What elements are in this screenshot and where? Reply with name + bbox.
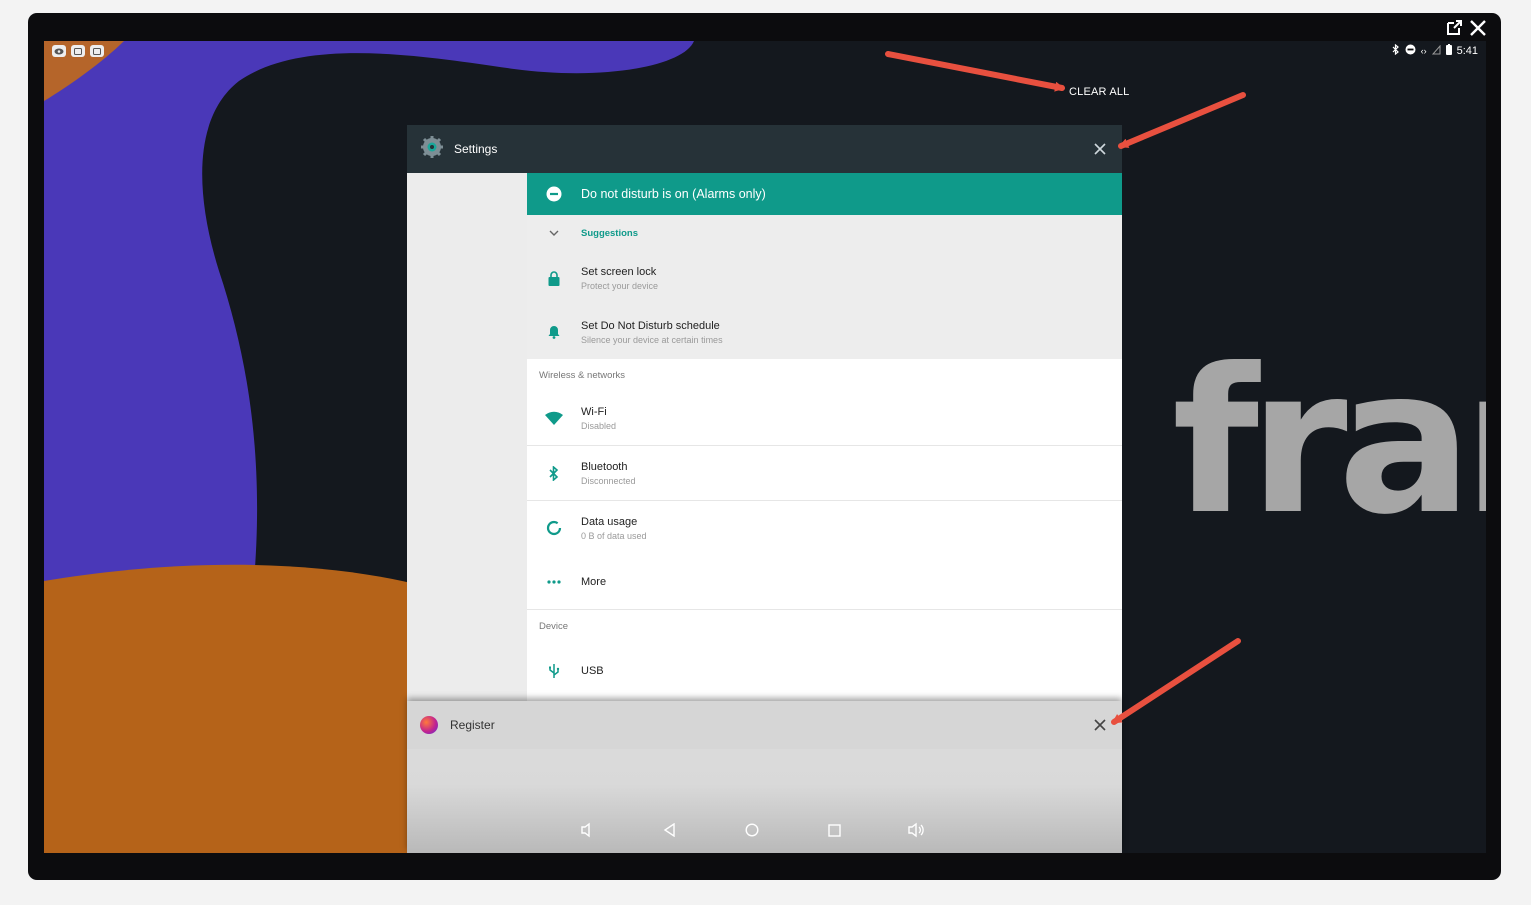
wifi-icon bbox=[545, 411, 563, 425]
suggestion-subtitle: Protect your device bbox=[581, 280, 659, 291]
settings-card-header: Settings bbox=[407, 125, 1122, 173]
bluetooth-icon bbox=[549, 465, 559, 481]
status-bar-left bbox=[52, 45, 104, 57]
register-recent-card[interactable]: Register bbox=[407, 701, 1122, 853]
settings-card-body: Do not disturb is on (Alarms only) Sugge… bbox=[407, 173, 1122, 701]
signal-icon bbox=[1431, 44, 1441, 58]
device-screen: ‹› 5:41 CLEAR ALL fran Settings bbox=[44, 41, 1486, 853]
dnd-banner[interactable]: Do not disturb is on (Alarms only) bbox=[527, 173, 1122, 215]
suggestion-item-dnd-schedule[interactable]: Set Do Not Disturb schedule Silence your … bbox=[527, 305, 1122, 359]
section-header-device: Device bbox=[539, 620, 569, 632]
battery-icon bbox=[1445, 44, 1452, 58]
settings-gear-icon bbox=[420, 135, 444, 164]
settings-item-bluetooth[interactable]: Bluetooth Disconnected bbox=[527, 446, 1122, 500]
volume-up-icon bbox=[908, 822, 924, 838]
settings-card-close-button[interactable] bbox=[1091, 140, 1109, 158]
dnd-banner-text: Do not disturb is on (Alarms only) bbox=[581, 187, 766, 201]
section-header-wireless: Wireless & networks bbox=[539, 369, 626, 381]
settings-item-more[interactable]: More bbox=[527, 555, 1122, 609]
navigation-bar bbox=[577, 819, 927, 841]
back-button[interactable] bbox=[659, 819, 681, 841]
suggestions-header[interactable]: Suggestions bbox=[527, 215, 1122, 251]
data-usage-icon bbox=[546, 520, 562, 536]
notification-icon bbox=[90, 45, 104, 57]
usb-icon bbox=[549, 664, 560, 678]
suggestion-title: Set screen lock bbox=[581, 265, 657, 278]
clear-all-button[interactable]: CLEAR ALL bbox=[1069, 86, 1130, 98]
clock: 5:41 bbox=[1456, 45, 1478, 57]
bell-icon bbox=[548, 326, 560, 339]
item-subtitle: Disconnected bbox=[581, 475, 636, 486]
suggestion-subtitle: Silence your device at certain times bbox=[581, 334, 723, 345]
item-title: USB bbox=[581, 665, 604, 677]
register-card-title: Register bbox=[450, 718, 495, 732]
suggestion-item-screen-lock[interactable]: Set screen lock Protect your device bbox=[527, 251, 1122, 305]
chevron-down-icon bbox=[549, 230, 559, 236]
dnd-icon bbox=[1405, 44, 1416, 58]
settings-left-pane bbox=[407, 173, 527, 701]
close-icon bbox=[1094, 143, 1106, 155]
close-icon bbox=[1094, 719, 1106, 731]
home-icon bbox=[745, 823, 759, 837]
register-app-icon bbox=[420, 716, 438, 734]
emulator-frame: ‹› 5:41 CLEAR ALL fran Settings bbox=[28, 13, 1501, 880]
settings-item-wifi[interactable]: Wi-Fi Disabled bbox=[527, 391, 1122, 445]
code-icon: ‹› bbox=[1420, 46, 1427, 56]
close-window-icon[interactable] bbox=[1469, 19, 1487, 37]
register-card-close-button[interactable] bbox=[1091, 716, 1109, 734]
suggestion-title: Set Do Not Disturb schedule bbox=[581, 319, 720, 332]
suggestions-panel: Suggestions Set screen lock Protect your … bbox=[527, 215, 1122, 359]
frame-toolbar bbox=[1445, 19, 1487, 37]
more-icon bbox=[547, 580, 561, 584]
volume-up-button[interactable] bbox=[905, 819, 927, 841]
suggestions-title: Suggestions bbox=[581, 227, 639, 239]
register-card-header: Register bbox=[407, 701, 1122, 749]
item-title: Bluetooth bbox=[581, 460, 628, 473]
home-button[interactable] bbox=[741, 819, 763, 841]
status-bar-right: ‹› 5:41 bbox=[1392, 43, 1478, 58]
item-title: Data usage bbox=[581, 515, 638, 528]
back-icon bbox=[663, 823, 675, 837]
recents-icon bbox=[827, 823, 841, 837]
bluetooth-icon bbox=[1392, 43, 1400, 58]
item-subtitle: Disabled bbox=[581, 420, 617, 431]
recents-button[interactable] bbox=[823, 819, 845, 841]
eye-icon bbox=[52, 45, 66, 57]
volume-down-button[interactable] bbox=[577, 819, 599, 841]
notification-icon bbox=[71, 45, 85, 57]
settings-main-pane: Do not disturb is on (Alarms only) Sugge… bbox=[527, 173, 1122, 701]
lock-icon bbox=[548, 270, 560, 286]
item-title: Wi-Fi bbox=[581, 405, 607, 418]
settings-item-usb[interactable]: USB bbox=[527, 642, 1122, 700]
settings-card-title: Settings bbox=[454, 142, 498, 156]
settings-item-data-usage[interactable]: Data usage 0 B of data used bbox=[527, 501, 1122, 555]
item-subtitle: 0 B of data used bbox=[581, 530, 647, 541]
popout-icon[interactable] bbox=[1445, 19, 1463, 37]
background-app-brand-text: fran bbox=[1172, 326, 1486, 559]
dnd-icon bbox=[546, 186, 562, 202]
settings-recent-card[interactable]: Settings Do not disturb is on (Alarms on… bbox=[407, 125, 1122, 701]
item-title: More bbox=[581, 576, 607, 588]
volume-down-icon bbox=[581, 822, 590, 838]
